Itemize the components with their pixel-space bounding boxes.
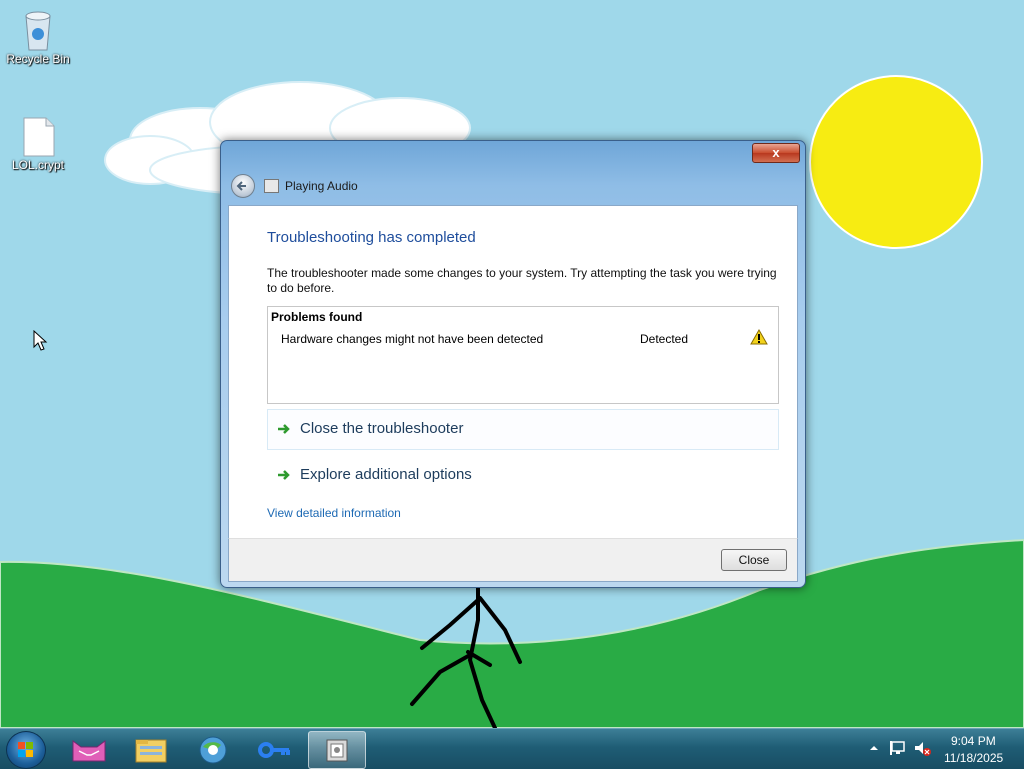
network-icon[interactable] [889, 740, 907, 756]
troubleshooter-window: x Playing Audio Troubleshooting has comp… [220, 140, 806, 588]
clock-time[interactable]: 9:04 PM [951, 734, 996, 748]
option-label: Close the troubleshooter [300, 420, 464, 437]
speaker-muted-icon[interactable] [913, 740, 931, 756]
problem-name: Hardware changes might not have been det… [281, 332, 544, 346]
close-button[interactable]: Close [721, 549, 787, 571]
taskbar-browser[interactable] [185, 731, 241, 767]
view-detailed-information-link[interactable]: View detailed information [267, 506, 401, 520]
windows-logo-icon [18, 742, 33, 757]
mouse-cursor-icon [33, 330, 48, 351]
key-icon [258, 742, 290, 758]
green-arrow-icon [278, 424, 290, 434]
page-heading: Troubleshooting has completed [267, 229, 476, 246]
explore-options-option[interactable]: Explore additional options [267, 455, 779, 496]
troubleshooter-window-icon [264, 179, 279, 193]
taskbar-cat-app[interactable] [61, 731, 117, 767]
back-arrow-button[interactable] [231, 174, 255, 198]
recycle-bin-icon [18, 8, 58, 51]
window-title: Playing Audio [285, 179, 358, 193]
taskbar [0, 728, 1024, 769]
taskbar-file-explorer[interactable] [123, 731, 179, 767]
desktop-icon-label: LOL.crypt [11, 158, 65, 172]
warning-icon [750, 329, 768, 345]
option-label: Explore additional options [300, 466, 472, 483]
problem-status: Detected [640, 332, 689, 346]
problems-found-panel: Problems found Hardware changes might no… [267, 306, 779, 404]
desktop-icon-lol-crypt[interactable]: LOL.crypt [6, 114, 70, 172]
clock-date[interactable]: 11/18/2025 [944, 751, 1003, 765]
desktop-icon-recycle-bin[interactable]: Recycle Bin [6, 8, 70, 66]
desktop-icon-label: Recycle Bin [6, 52, 70, 66]
start-button[interactable] [6, 731, 46, 769]
back-arrow-icon [236, 181, 246, 191]
description-text: The troubleshooter made some changes to … [267, 266, 777, 295]
close-troubleshooter-option[interactable]: Close the troubleshooter [267, 409, 779, 450]
file-explorer-icon [135, 739, 167, 763]
taskbar-troubleshooter[interactable] [308, 731, 366, 769]
dialog-footer: Close [228, 538, 798, 582]
cat-app-icon [72, 740, 106, 762]
file-icon [18, 114, 58, 157]
sun-shape [809, 75, 983, 249]
dialog-content: Troubleshooting has completed The troubl… [228, 205, 798, 539]
browser-icon [199, 736, 227, 764]
troubleshooter-icon [326, 739, 348, 762]
title-bar[interactable]: x Playing Audio [221, 141, 805, 205]
problems-header: Problems found [271, 310, 363, 324]
taskbar-key-app[interactable] [247, 731, 303, 767]
show-hidden-icons-arrow-icon[interactable] [869, 743, 879, 753]
window-close-button[interactable]: x [752, 143, 800, 163]
green-arrow-icon [278, 470, 290, 480]
